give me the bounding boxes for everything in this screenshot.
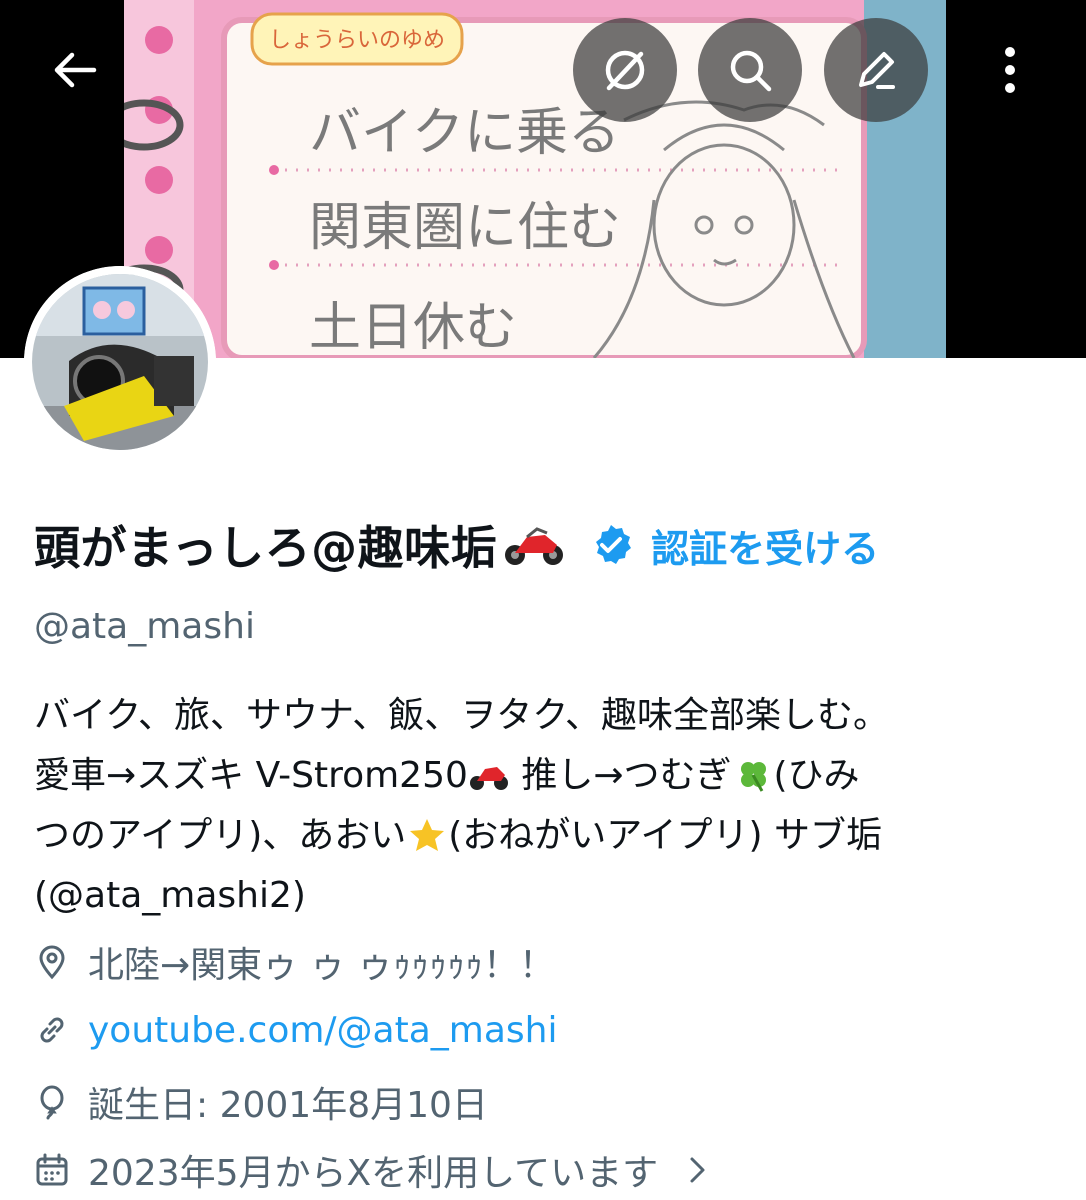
- location-row: 北陸→関東ゥ ゥ ゥｩｩｩｩｩ！！: [34, 934, 555, 990]
- location-text: 北陸→関東ゥ ゥ ゥｩｩｩｩｩ！！: [88, 945, 556, 986]
- bio-onegai-text: (おねがいアイプリ) サブ垢: [448, 815, 882, 856]
- get-verified-link[interactable]: 認証を受ける: [651, 518, 879, 573]
- link-icon: [40, 1017, 64, 1043]
- bio-line-1: バイク、旅、サウナ、飯、ヲタク、趣味全部楽しむ。: [34, 695, 890, 736]
- name-row: 頭がまっしろ@趣味垢 認証を受ける: [34, 500, 1064, 590]
- back-button[interactable]: [22, 18, 126, 122]
- bio-himitsu-text: (ひみ: [773, 755, 860, 796]
- bio-line-3: つのアイプリ)、あおい (おねがいアイプリ) サブ垢: [34, 806, 1054, 866]
- avatar[interactable]: [24, 266, 216, 458]
- birthday-row: 誕生日: 2001年8月10日: [34, 1074, 488, 1130]
- chevron-right-icon: [690, 1157, 705, 1183]
- dream-line-3: 土日休む: [309, 298, 517, 358]
- banner-image[interactable]: しょうらいのゆめ バイクに乗る 関東圏に住む 土日休む: [124, 0, 946, 358]
- dream-line-2: 関東圏に住む: [309, 198, 621, 258]
- calendar-icon: [36, 1153, 68, 1186]
- birthday-text: 誕生日: 2001年8月10日: [88, 1085, 488, 1126]
- joined-row[interactable]: 2023年5月からXを利用しています: [34, 1142, 712, 1198]
- search-icon: [730, 50, 772, 92]
- banner-sheet-title: しょうらいのゆめ: [269, 28, 445, 53]
- bio-oshi-text: 推し→つむぎ: [509, 755, 732, 796]
- display-name: 頭がまっしろ@趣味垢: [34, 521, 498, 575]
- verified-badge-icon[interactable]: [589, 523, 633, 567]
- search-button[interactable]: [698, 18, 802, 122]
- star-emoji: [410, 819, 445, 851]
- bio-aoi-text: つのアイプリ)、あおい: [34, 815, 407, 856]
- edit-button[interactable]: [824, 18, 928, 122]
- grok-icon: [605, 50, 645, 91]
- motorcycle-emoji: [469, 767, 508, 790]
- joined-text: 2023年5月からXを利用しています: [88, 1153, 659, 1194]
- four-leaf-clover-emoji: [740, 762, 766, 792]
- edit-pen-icon: [859, 52, 895, 89]
- bio-bike-text: 愛車→スズキ V-Strom250: [34, 755, 468, 796]
- website-row: youtube.com/@ata_mashi: [34, 1002, 557, 1058]
- bio-line-4[interactable]: (@ata_mashi2): [34, 866, 1054, 926]
- location-pin-icon: [39, 945, 65, 980]
- user-handle: @ata_mashi: [34, 606, 255, 647]
- bio: バイク、旅、サウナ、飯、ヲタク、趣味全部楽しむ。 愛車→スズキ V-Strom2…: [34, 686, 1054, 926]
- dream-line-1: バイクに乗る: [309, 103, 620, 163]
- more-vertical-icon: [1005, 47, 1015, 93]
- more-button[interactable]: [958, 18, 1062, 122]
- grok-button[interactable]: [573, 18, 677, 122]
- bio-line-2: 愛車→スズキ V-Strom250 推し→つむぎ (ひみ: [34, 746, 1054, 806]
- arrow-left-icon: [54, 52, 97, 88]
- website-link[interactable]: youtube.com/@ata_mashi: [88, 1010, 557, 1051]
- motorcycle-emoji: [505, 527, 564, 565]
- balloon-icon: [40, 1085, 64, 1120]
